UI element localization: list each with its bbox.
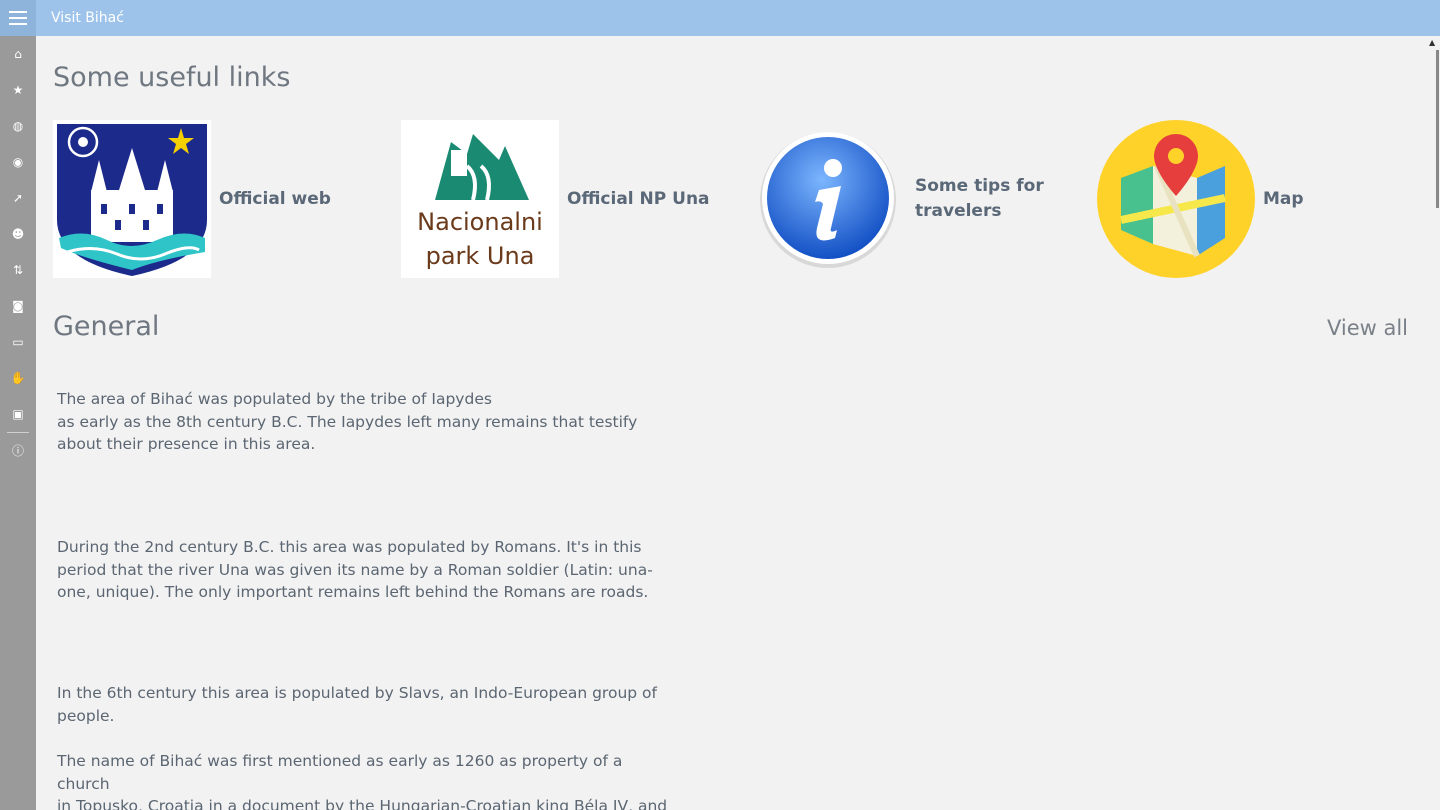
paragraph-line: people. bbox=[57, 706, 115, 725]
nav-item-sights[interactable]: ◉ bbox=[0, 144, 36, 180]
paragraph-line: in Topusko, Croatia in a document by the… bbox=[57, 797, 668, 810]
paragraph: The name of Bihać was first mentioned as… bbox=[57, 750, 677, 810]
arrow-up-right-icon: ➚ bbox=[12, 191, 24, 205]
hamburger-icon bbox=[9, 9, 27, 27]
link-official-np-una[interactable]: Nacionalni park Una Official NP Una bbox=[401, 120, 710, 278]
scroll-up-arrow-icon[interactable]: ▲ bbox=[1429, 38, 1435, 47]
nav-item-about[interactable]: ⓘ bbox=[0, 432, 36, 468]
paragraph-line: The name of Bihać was first mentioned as… bbox=[57, 752, 623, 793]
np-una-logo-icon: Nacionalni park Una bbox=[401, 120, 559, 278]
paragraph-line: one, unique). The only important remains… bbox=[57, 583, 649, 601]
paragraph-line: The area of Bihać was populated by the t… bbox=[57, 390, 492, 408]
map-pin-icon bbox=[1097, 120, 1255, 278]
paragraph-line: period that the river Una was given its … bbox=[57, 560, 653, 579]
nav-item-globe[interactable]: ◍ bbox=[0, 108, 36, 144]
paragraph: During the 2nd century B.C. this area wa… bbox=[57, 536, 677, 604]
paragraph: In the 6th century this area is populate… bbox=[57, 682, 677, 727]
camera-icon: ◙ bbox=[12, 299, 24, 313]
nav-item-people[interactable]: ☻ bbox=[0, 216, 36, 252]
link-map[interactable]: Map bbox=[1097, 120, 1304, 278]
nav-item-like[interactable]: ✋ bbox=[0, 360, 36, 396]
link-label: Some tips for travelers bbox=[915, 176, 1044, 221]
globe-icon: ◍ bbox=[12, 119, 24, 133]
nav-item-tablet[interactable]: ▭ bbox=[0, 324, 36, 360]
video-camera-icon: ▣ bbox=[12, 407, 24, 421]
sidebar-nav: ⌂ ★ ◍ ◉ ➚ ☻ ⇅ ◙ ▭ ✋ ▣ ⓘ bbox=[0, 36, 36, 810]
np-logo-line2: park Una bbox=[426, 242, 535, 270]
paragraph: The area of Bihać was populated by the t… bbox=[57, 388, 677, 456]
nav-item-home[interactable]: ⌂ bbox=[0, 36, 36, 72]
info-circle-icon bbox=[760, 132, 896, 268]
link-official-web[interactable]: Official web bbox=[53, 120, 331, 278]
app-title: Visit Bihać bbox=[51, 10, 124, 26]
link-label: Map bbox=[1263, 188, 1304, 209]
links-section-title: Some useful links bbox=[53, 62, 291, 93]
paragraph-line: In the 6th century this area is populate… bbox=[57, 684, 657, 702]
sort-icon: ⇅ bbox=[12, 263, 24, 277]
link-label: Official web bbox=[219, 188, 331, 209]
eye-icon: ◉ bbox=[12, 155, 24, 169]
info-icon: ⓘ bbox=[11, 443, 24, 458]
nav-item-favorites[interactable]: ★ bbox=[0, 72, 36, 108]
paragraph-line: as early as the 8th century B.C. The Iap… bbox=[57, 412, 638, 431]
nav-item-sort[interactable]: ⇅ bbox=[0, 252, 36, 288]
bihac-coat-of-arms-icon bbox=[53, 120, 211, 278]
star-icon: ★ bbox=[12, 83, 24, 97]
hamburger-menu-button[interactable] bbox=[0, 0, 36, 36]
tablet-icon: ▭ bbox=[12, 335, 24, 349]
link-tips-for-travelers[interactable]: Some tips for travelers bbox=[749, 120, 1044, 278]
paragraph-line: about their presence in this area. bbox=[57, 435, 316, 453]
link-label: Official NP Una bbox=[567, 188, 710, 209]
main-content: Some useful links Official web Nacionaln… bbox=[36, 36, 1426, 810]
home-icon: ⌂ bbox=[14, 47, 22, 61]
scrollbar-thumb[interactable] bbox=[1436, 50, 1439, 208]
np-logo-line1: Nacionalni bbox=[417, 208, 543, 236]
nav-item-links[interactable]: ➚ bbox=[0, 180, 36, 216]
nav-item-video[interactable]: ▣ bbox=[0, 396, 36, 432]
people-icon: ☻ bbox=[11, 227, 25, 241]
title-bar: Visit Bihać bbox=[0, 0, 1440, 36]
general-section-title: General bbox=[53, 311, 160, 342]
paragraph-line: During the 2nd century B.C. this area wa… bbox=[57, 538, 642, 556]
view-all-link[interactable]: View all bbox=[1327, 316, 1408, 340]
thumbs-up-icon: ✋ bbox=[10, 371, 26, 385]
nav-item-photos[interactable]: ◙ bbox=[0, 288, 36, 324]
